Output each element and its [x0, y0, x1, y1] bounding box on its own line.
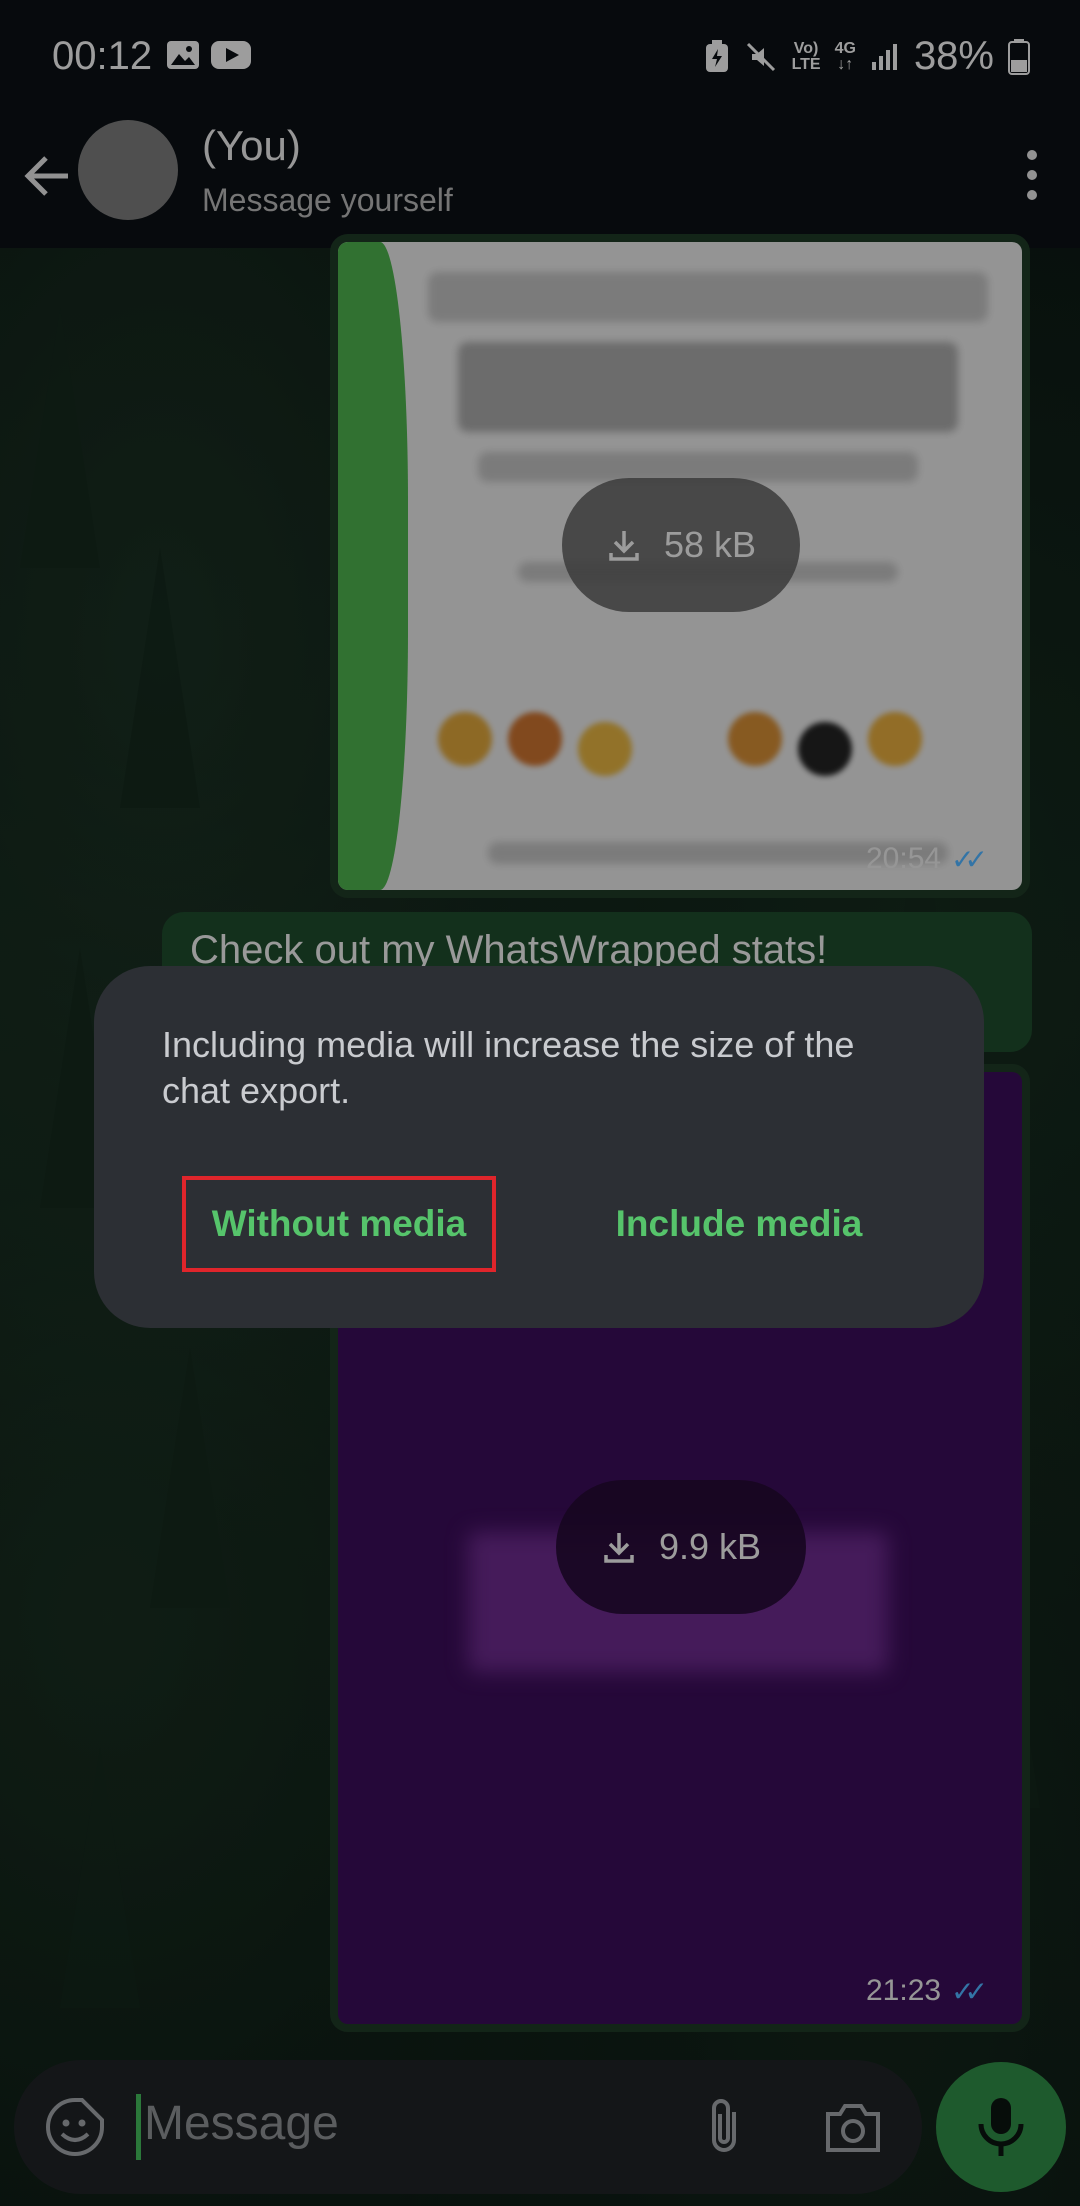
include-media-button[interactable]: Include media: [594, 1176, 884, 1272]
dialog-message: Including media will increase the size o…: [162, 1024, 855, 1111]
without-media-button[interactable]: Without media: [182, 1176, 496, 1272]
export-chat-dialog: Including media will increase the size o…: [94, 966, 984, 1328]
chat-screen: 00:12 Vo) LTE 4G ↓↑ 38% (You) Message yo…: [0, 0, 1080, 2206]
